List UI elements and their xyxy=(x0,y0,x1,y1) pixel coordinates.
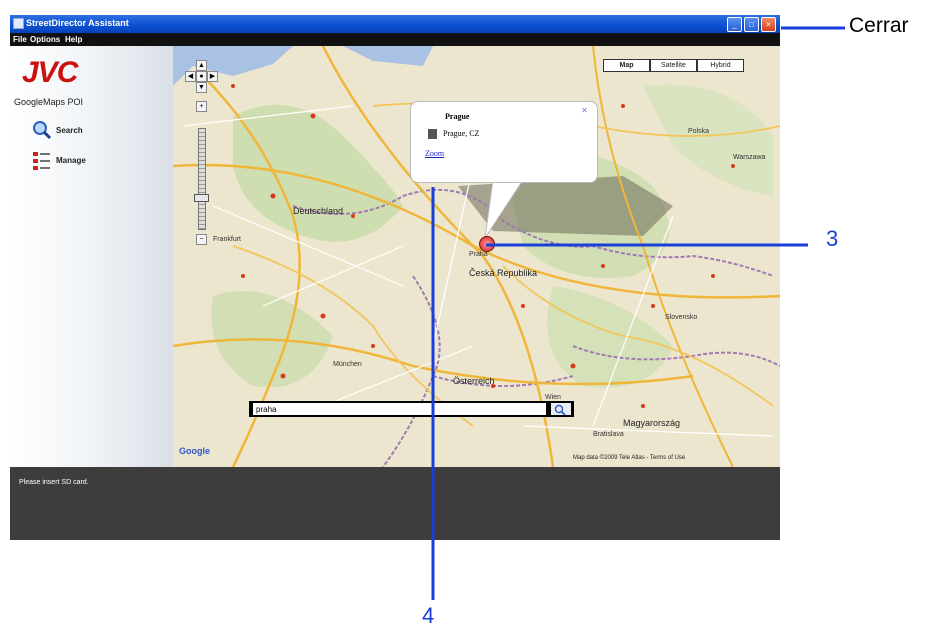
map-label: Österreich xyxy=(453,376,495,386)
map-label: Magyarország xyxy=(623,418,681,428)
status-panel: Please insert SD card. xyxy=(10,467,780,540)
minimize-button[interactable]: _ xyxy=(727,17,742,32)
sidebar-item-label: Search xyxy=(56,126,83,135)
callout-4-label: 4 xyxy=(422,603,435,628)
jvc-logo: JVC xyxy=(22,56,78,89)
menu-bar: File Options Help xyxy=(10,33,780,46)
zoom-slider-track[interactable] xyxy=(198,128,206,230)
title-bar[interactable]: StreetDirector Assistant _ □ × xyxy=(10,15,780,33)
pan-down-button[interactable]: ▼ xyxy=(196,82,207,93)
menu-help[interactable]: Help xyxy=(65,35,82,44)
map-label: Frankfurt xyxy=(213,236,242,243)
app-icon xyxy=(13,18,24,29)
zoom-out-button[interactable]: − xyxy=(196,234,207,245)
menu-options[interactable]: Options xyxy=(30,35,60,44)
close-annotation-label: Cerrar xyxy=(849,14,909,37)
pan-up-button[interactable]: ▲ xyxy=(196,60,207,71)
building-icon xyxy=(428,129,437,139)
google-logo: Google xyxy=(179,446,210,456)
maximize-button[interactable]: □ xyxy=(744,17,759,32)
map-label: Warszawa xyxy=(733,154,766,161)
map-view[interactable]: Map Satellite Hybrid ▲ ◀ ● ▶ ▼ + − Deuts… xyxy=(173,46,780,467)
map-label: Polska xyxy=(688,128,710,135)
zoom-slider-thumb[interactable] xyxy=(194,194,209,202)
map-label: Česká Republika xyxy=(469,268,538,278)
map-label: Deutschland xyxy=(293,206,344,216)
info-window: Prague ✕ Prague, CZ Zoom xyxy=(410,101,598,183)
info-window-address: Prague, CZ xyxy=(443,129,480,138)
map-label: Slovensko xyxy=(665,314,698,321)
map-label: Praha xyxy=(469,251,488,258)
pan-left-button[interactable]: ◀ xyxy=(185,71,196,82)
map-type-hybrid[interactable]: Hybrid xyxy=(697,59,744,72)
status-text: Please insert SD card. xyxy=(19,479,89,486)
info-window-title: Prague xyxy=(445,112,470,121)
search-input[interactable] xyxy=(253,403,546,415)
close-icon[interactable]: ✕ xyxy=(580,106,589,115)
map-label: München xyxy=(333,361,362,368)
window-title: StreetDirector Assistant xyxy=(26,18,129,28)
menu-file[interactable]: File xyxy=(13,35,27,44)
pan-right-button[interactable]: ▶ xyxy=(207,71,218,82)
pan-center-button[interactable]: ● xyxy=(196,71,207,82)
app-window: StreetDirector Assistant _ □ × File Opti… xyxy=(10,15,780,540)
map-attribution: Map data ©2009 Tele Atlas - Terms of Use xyxy=(573,455,686,461)
map-search-bar xyxy=(249,401,574,417)
map-label: Bratislava xyxy=(593,431,624,438)
magnifier-icon xyxy=(33,121,52,140)
sidebar-item-label: Manage xyxy=(56,156,86,165)
search-icon xyxy=(554,404,566,416)
zoom-in-button[interactable]: + xyxy=(196,101,207,112)
map-type-map[interactable]: Map xyxy=(603,59,650,72)
list-icon xyxy=(33,152,50,170)
map-label: Wien xyxy=(545,394,561,401)
sidebar-subtitle: GoogleMaps POI xyxy=(14,97,84,107)
search-button[interactable] xyxy=(551,403,571,416)
sidebar: JVC GoogleMaps POI Search Manage xyxy=(10,46,173,467)
callout-3-label: 3 xyxy=(826,226,839,251)
map-type-satellite[interactable]: Satellite xyxy=(650,59,697,72)
close-button[interactable]: × xyxy=(761,17,776,32)
zoom-link[interactable]: Zoom xyxy=(425,149,444,158)
location-marker[interactable] xyxy=(479,236,495,252)
